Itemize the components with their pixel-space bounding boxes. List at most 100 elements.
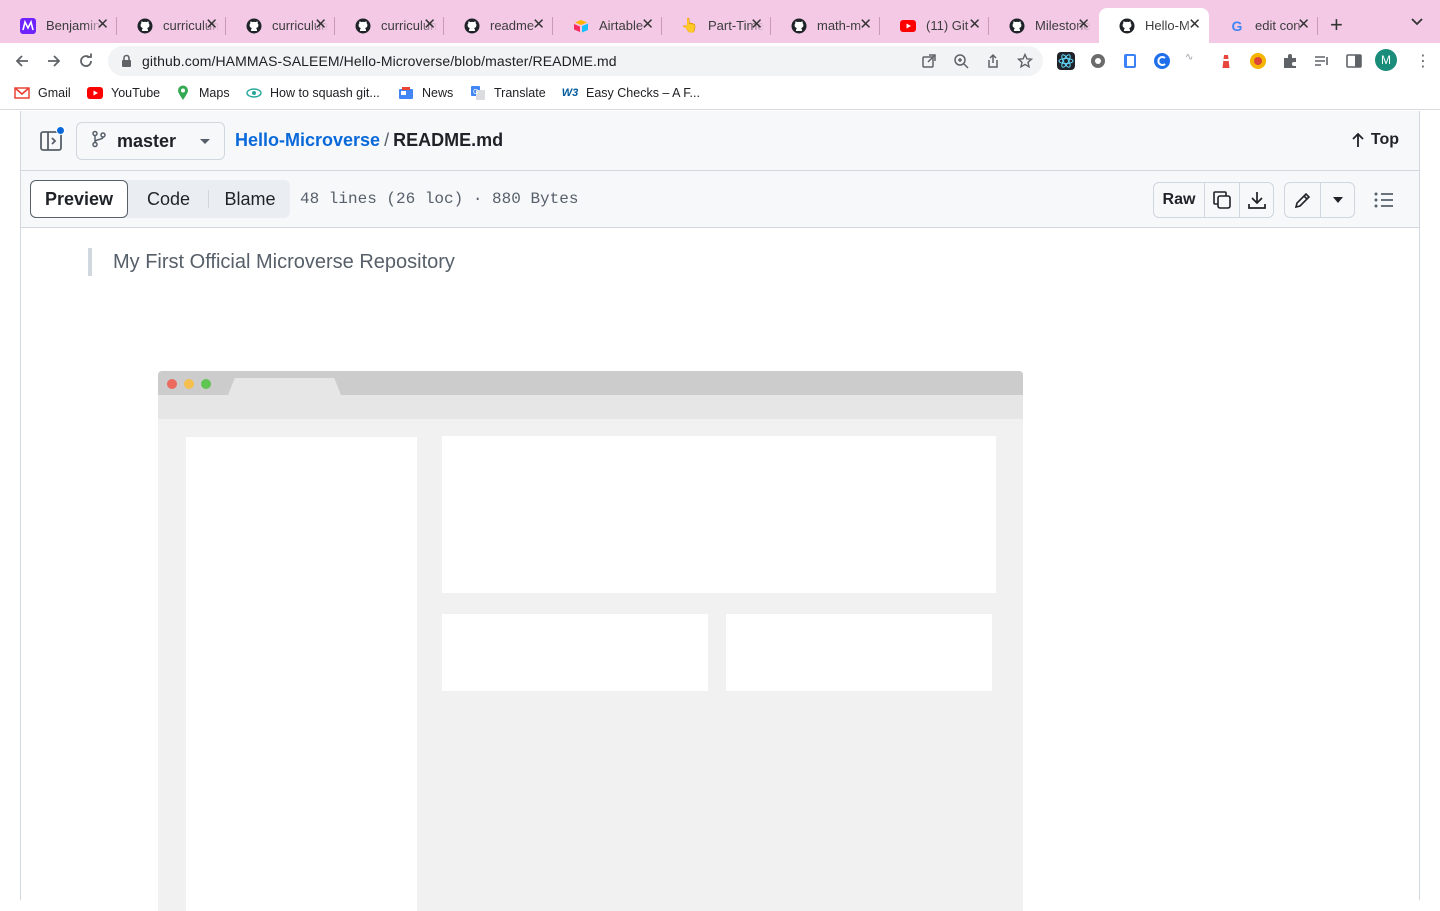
browser-tab[interactable]: curriculum ✕ <box>117 8 226 43</box>
colorpick-icon[interactable] <box>1249 52 1267 70</box>
tab-title: Benjamin <box>46 18 101 33</box>
close-icon[interactable]: ✕ <box>859 17 872 33</box>
reload-icon[interactable] <box>76 51 96 71</box>
browser-tab[interactable]: curriculum ✕ <box>226 8 335 43</box>
gear-icon[interactable] <box>1089 52 1107 70</box>
open-external-icon[interactable] <box>921 53 937 69</box>
back-to-top-button[interactable]: Top <box>1351 131 1399 149</box>
wireframe-titlebar <box>158 371 1023 395</box>
browser-menu-icon[interactable]: ⋮ <box>1415 51 1431 71</box>
expand-file-tree-icon[interactable] <box>39 126 65 153</box>
tab-blame[interactable]: Blame <box>210 180 290 218</box>
w3-icon: W3 <box>561 87 579 99</box>
maps-icon <box>175 85 191 101</box>
airtable-icon <box>573 18 589 34</box>
reader-extension-icon[interactable] <box>1121 52 1139 70</box>
browser-tab-active[interactable]: Hello-M ✕ <box>1099 8 1209 43</box>
address-bar[interactable]: github.com/HAMMAS-SALEEM/Hello-Microvers… <box>108 46 1043 76</box>
edit-menu-chevron-icon[interactable] <box>1320 183 1354 217</box>
browser-tab[interactable]: Milestone ✕ <box>989 8 1098 43</box>
arrow-up-icon <box>1351 132 1365 148</box>
bookmark-squash[interactable]: How to squash git... <box>246 85 380 101</box>
close-icon[interactable]: ✕ <box>314 17 327 33</box>
readme-blockquote: My First Official Microverse Repository <box>88 248 455 276</box>
profile-avatar[interactable]: M <box>1375 49 1397 71</box>
branch-selector-button[interactable]: master <box>76 122 225 160</box>
lighthouse-icon[interactable] <box>1217 52 1235 70</box>
lock-icon <box>121 54 132 73</box>
browser-tab[interactable]: readme ✕ <box>444 8 553 43</box>
forward-icon[interactable] <box>44 51 64 71</box>
browser-tab[interactable]: curriculum ✕ <box>335 8 444 43</box>
github-icon <box>246 18 262 34</box>
browser-tab-strip: Benjamin ✕ curriculum ✕ curriculum ✕ cur… <box>0 0 1440 43</box>
bookmark-youtube[interactable]: YouTube <box>87 85 160 101</box>
close-icon[interactable]: ✕ <box>1188 17 1201 33</box>
close-icon[interactable]: ✕ <box>641 17 654 33</box>
wave-extension-icon[interactable]: ∿ <box>1185 52 1203 70</box>
wireframe-card-block <box>442 614 708 691</box>
close-icon[interactable]: ✕ <box>423 17 436 33</box>
breadcrumb-separator: / <box>384 130 390 150</box>
breadcrumb-repo-link[interactable]: Hello-Microverse <box>235 130 380 150</box>
chevron-down-icon <box>200 139 210 144</box>
branch-name: master <box>117 130 177 151</box>
browser-tab[interactable]: 👆 Part-Time ✕ <box>662 8 771 43</box>
github-icon <box>791 18 807 34</box>
browser-tab[interactable]: G edit con ✕ <box>1209 8 1318 43</box>
tab-search-icon[interactable] <box>1410 14 1424 32</box>
close-icon[interactable]: ✕ <box>1077 17 1090 33</box>
close-dot <box>167 379 177 389</box>
edit-group <box>1284 182 1355 218</box>
github-file-view: master Hello-Microverse / README.md Top Pr… <box>20 111 1420 911</box>
outline-list-icon[interactable] <box>1373 190 1395 215</box>
youtube-icon <box>87 85 103 101</box>
svg-text:G: G <box>473 89 478 96</box>
back-icon[interactable] <box>12 51 32 71</box>
bookmark-star-icon[interactable] <box>1016 52 1034 69</box>
gmail-icon <box>14 85 30 101</box>
grammarly-icon[interactable] <box>1153 52 1171 70</box>
url-text: github.com/HAMMAS-SALEEM/Hello-Microvers… <box>142 53 617 69</box>
share-icon[interactable] <box>985 53 1001 69</box>
browser-tab[interactable]: Benjamin ✕ <box>0 8 117 43</box>
translate-icon: G <box>470 85 486 101</box>
pencil-icon[interactable] <box>1285 183 1320 217</box>
new-tab-button[interactable]: + <box>1330 12 1343 38</box>
close-icon[interactable]: ✕ <box>1297 17 1310 33</box>
github-icon <box>1119 18 1135 34</box>
wireframe-toolbar <box>158 395 1023 419</box>
github-icon <box>464 18 480 34</box>
maximize-dot <box>201 379 211 389</box>
browser-tab[interactable]: Airtable ✕ <box>553 8 662 43</box>
extensions-puzzle-icon[interactable] <box>1281 52 1299 70</box>
zoom-icon[interactable] <box>953 53 969 69</box>
bookmark-translate[interactable]: G Translate <box>470 85 546 101</box>
tab-code[interactable]: Code <box>130 180 207 218</box>
raw-button[interactable]: Raw <box>1154 183 1204 217</box>
notification-dot <box>56 126 65 135</box>
bookmark-news[interactable]: News <box>398 85 453 101</box>
react-devtools-icon[interactable] <box>1057 52 1075 70</box>
close-icon[interactable]: ✕ <box>205 17 218 33</box>
browser-tab[interactable]: (11) Git ✕ <box>880 8 989 43</box>
side-panel-icon[interactable] <box>1345 52 1363 70</box>
eye-icon <box>246 85 262 101</box>
download-icon[interactable] <box>1239 183 1273 217</box>
browser-tab[interactable]: math-m ✕ <box>771 8 880 43</box>
close-icon[interactable]: ✕ <box>968 17 981 33</box>
tab-preview[interactable]: Preview <box>30 180 128 218</box>
close-icon[interactable]: ✕ <box>750 17 763 33</box>
bookmark-gmail[interactable]: Gmail <box>14 85 71 101</box>
close-icon[interactable]: ✕ <box>96 17 109 33</box>
media-queue-icon[interactable] <box>1313 52 1331 70</box>
file-toolbar: Preview Code Blame 48 lines (26 loc) · 8… <box>21 171 1419 228</box>
bookmark-label: News <box>422 86 454 100</box>
wireframe-tab <box>228 378 341 395</box>
bookmark-easy-checks[interactable]: W3 Easy Checks – A F... <box>562 85 700 101</box>
raw-copy-download-group: Raw <box>1153 182 1274 218</box>
bookmark-maps[interactable]: Maps <box>175 85 230 101</box>
bookmark-label: Maps <box>199 86 230 100</box>
close-icon[interactable]: ✕ <box>532 17 545 33</box>
copy-icon[interactable] <box>1204 183 1239 217</box>
